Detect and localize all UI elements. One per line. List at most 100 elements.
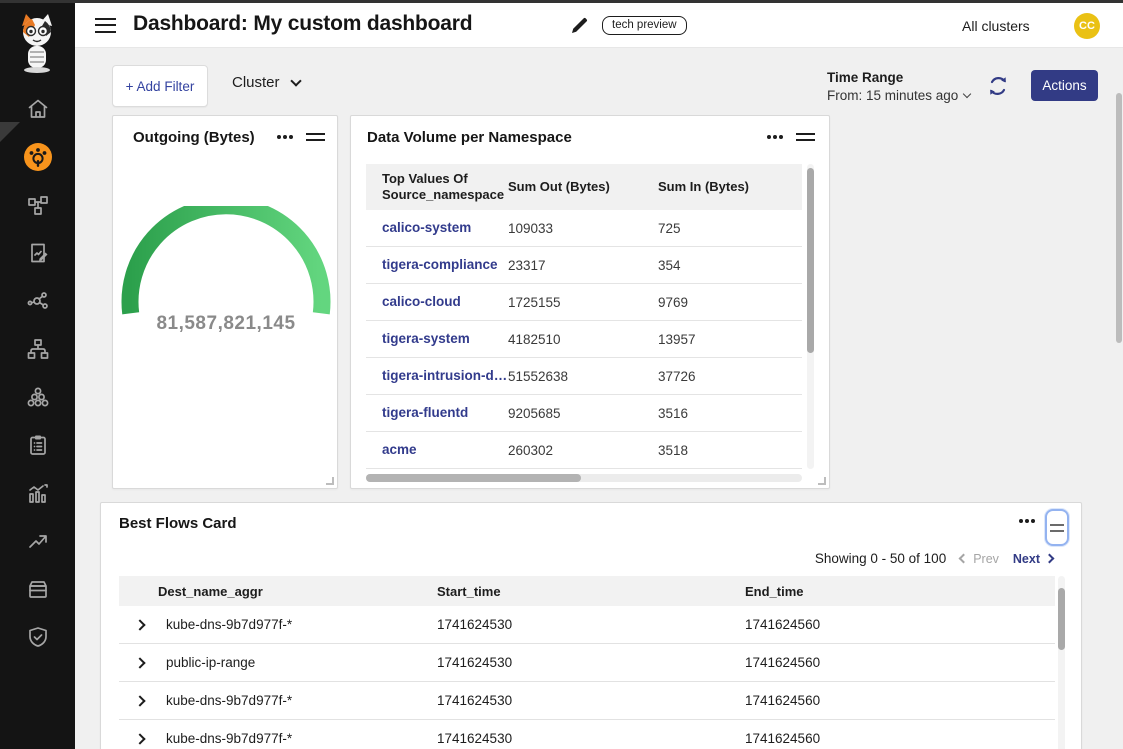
scrollbar-thumb[interactable] [1058, 588, 1065, 650]
sidebar-item-network-topology[interactable] [0, 325, 75, 373]
chevron-down-icon [963, 90, 971, 98]
sum-in-value: 13957 [658, 332, 786, 347]
actions-button[interactable]: Actions [1031, 70, 1098, 101]
start-time: 1741624530 [437, 655, 745, 670]
sidebar-item-threat-graph[interactable] [0, 277, 75, 325]
end-time: 1741624560 [745, 655, 1015, 670]
namespace-link[interactable]: acme [382, 442, 417, 457]
card-resize-handle[interactable] [326, 477, 334, 485]
expand-row-chevron-icon[interactable] [134, 695, 145, 706]
scrollbar-thumb[interactable] [366, 474, 581, 482]
refresh-icon[interactable] [987, 75, 1009, 97]
expand-row-chevron-icon[interactable] [134, 657, 145, 668]
card-resize-handle[interactable] [818, 477, 826, 485]
best-flows-card: Best Flows Card Showing 0 - 50 of 100 Pr… [100, 502, 1082, 749]
end-time: 1741624560 [745, 617, 1015, 632]
analytics-icon [26, 481, 50, 505]
data-volume-card: Data Volume per Namespace Top Values Of … [350, 115, 830, 489]
sidebar-item-workloads[interactable] [0, 565, 75, 613]
card-drag-handle-focused[interactable] [1045, 509, 1069, 546]
sidebar-item-clusters[interactable] [0, 373, 75, 421]
sidebar-item-service-graph[interactable] [0, 181, 75, 229]
table-vertical-scrollbar [1058, 576, 1065, 749]
table-header-row: Dest_name_aggr Start_time End_time [119, 576, 1055, 606]
gauge-value: 81,587,821,145 [113, 313, 339, 335]
scrollbar-thumb[interactable] [1116, 93, 1122, 343]
card-menu-icon[interactable] [277, 135, 281, 139]
sidebar-item-logs[interactable] [0, 229, 75, 277]
cluster-scope-selector[interactable]: All clusters [962, 18, 1030, 34]
start-time: 1741624530 [437, 617, 745, 632]
start-time: 1741624530 [437, 693, 745, 708]
chevron-down-icon [290, 75, 301, 86]
table-row: acme 260302 3518 [366, 432, 802, 469]
namespace-link[interactable]: tigera-intrusion-d… [382, 368, 507, 383]
dashboard-gauge-icon [23, 142, 53, 172]
header: Dashboard: My custom dashboard tech prev… [75, 3, 1123, 48]
sidebar-item-analytics[interactable] [0, 469, 75, 517]
next-label: Next [1013, 552, 1040, 566]
sidebar-item-home[interactable] [0, 85, 75, 133]
scrollbar-thumb[interactable] [807, 168, 814, 353]
prev-page-button[interactable]: Prev [960, 552, 999, 566]
outgoing-bytes-card: Outgoing (Bytes) 81,587,821,145 [112, 115, 338, 489]
avatar[interactable]: CC [1074, 13, 1100, 39]
table-row: calico-cloud 1725155 9769 [366, 284, 802, 321]
next-page-button[interactable]: Next [1013, 552, 1053, 566]
logs-report-icon [26, 241, 50, 265]
sum-in-value: 725 [658, 221, 786, 236]
dest-name: kube-dns-9b7d977f-* [166, 731, 292, 746]
table-row: kube-dns-9b7d977f-* 1741624530 174162456… [119, 720, 1055, 749]
column-header: Sum In (Bytes) [658, 179, 786, 195]
column-header: Dest_name_aggr [119, 584, 437, 599]
service-graph-icon [26, 193, 50, 217]
card-drag-handle-icon[interactable] [306, 133, 325, 141]
table-header-row: Top Values Of Source_namespace Sum Out (… [366, 164, 802, 210]
sum-out-value: 23317 [508, 258, 658, 273]
namespace-link[interactable]: tigera-fluentd [382, 405, 468, 420]
dest-name: kube-dns-9b7d977f-* [166, 693, 292, 708]
card-menu-icon[interactable] [767, 135, 771, 139]
namespace-link[interactable]: tigera-compliance [382, 257, 498, 272]
chevron-left-icon [959, 554, 969, 564]
add-filter-button[interactable]: + Add Filter [112, 65, 208, 107]
hamburger-menu-icon[interactable] [95, 18, 116, 33]
best-flows-table: Dest_name_aggr Start_time End_time kube-… [119, 576, 1055, 749]
cluster-dropdown-label: Cluster [232, 74, 280, 91]
card-drag-handle-icon [1050, 524, 1064, 532]
network-topology-icon [26, 337, 50, 361]
sum-out-value: 109033 [508, 221, 658, 236]
time-range-value-dropdown[interactable]: From: 15 minutes ago [827, 88, 970, 103]
time-range-value: From: 15 minutes ago [827, 88, 958, 103]
cluster-dropdown[interactable]: Cluster [232, 74, 300, 91]
card-drag-handle-icon[interactable] [796, 133, 815, 141]
sum-out-value: 4182510 [508, 332, 658, 347]
sidebar-item-compliance[interactable] [0, 421, 75, 469]
sidebar-item-security[interactable] [0, 613, 75, 661]
sum-in-value: 354 [658, 258, 786, 273]
sum-out-value: 1725155 [508, 295, 658, 310]
table-row: kube-dns-9b7d977f-* 1741624530 174162456… [119, 682, 1055, 720]
expand-row-chevron-icon[interactable] [134, 733, 145, 744]
sidebar-item-dashboards[interactable] [0, 133, 75, 181]
edit-pencil-icon[interactable] [569, 16, 589, 36]
page-scrollbar [1116, 48, 1122, 749]
table-row: tigera-fluentd 9205685 3516 [366, 395, 802, 432]
calico-cat-logo [14, 12, 60, 74]
pagination: Showing 0 - 50 of 100 Prev Next [815, 551, 1053, 566]
table-row: public-ip-range 1741624530 1741624560 [119, 644, 1055, 682]
expand-row-chevron-icon[interactable] [134, 619, 145, 630]
namespace-link[interactable]: tigera-system [382, 331, 470, 346]
sum-in-value: 3518 [658, 443, 786, 458]
table-row: tigera-intrusion-d… 51552638 37726 [366, 358, 802, 395]
compliance-clipboard-icon [26, 433, 50, 457]
namespace-link[interactable]: calico-cloud [382, 294, 461, 309]
sidebar-item-trends[interactable] [0, 517, 75, 565]
app-root: Dashboard: My custom dashboard tech prev… [0, 0, 1123, 749]
sum-out-value: 260302 [508, 443, 658, 458]
card-menu-icon[interactable] [1019, 519, 1023, 523]
column-header: Start_time [437, 584, 745, 599]
end-time: 1741624560 [745, 731, 1015, 746]
sum-in-value: 9769 [658, 295, 786, 310]
namespace-link[interactable]: calico-system [382, 220, 471, 235]
